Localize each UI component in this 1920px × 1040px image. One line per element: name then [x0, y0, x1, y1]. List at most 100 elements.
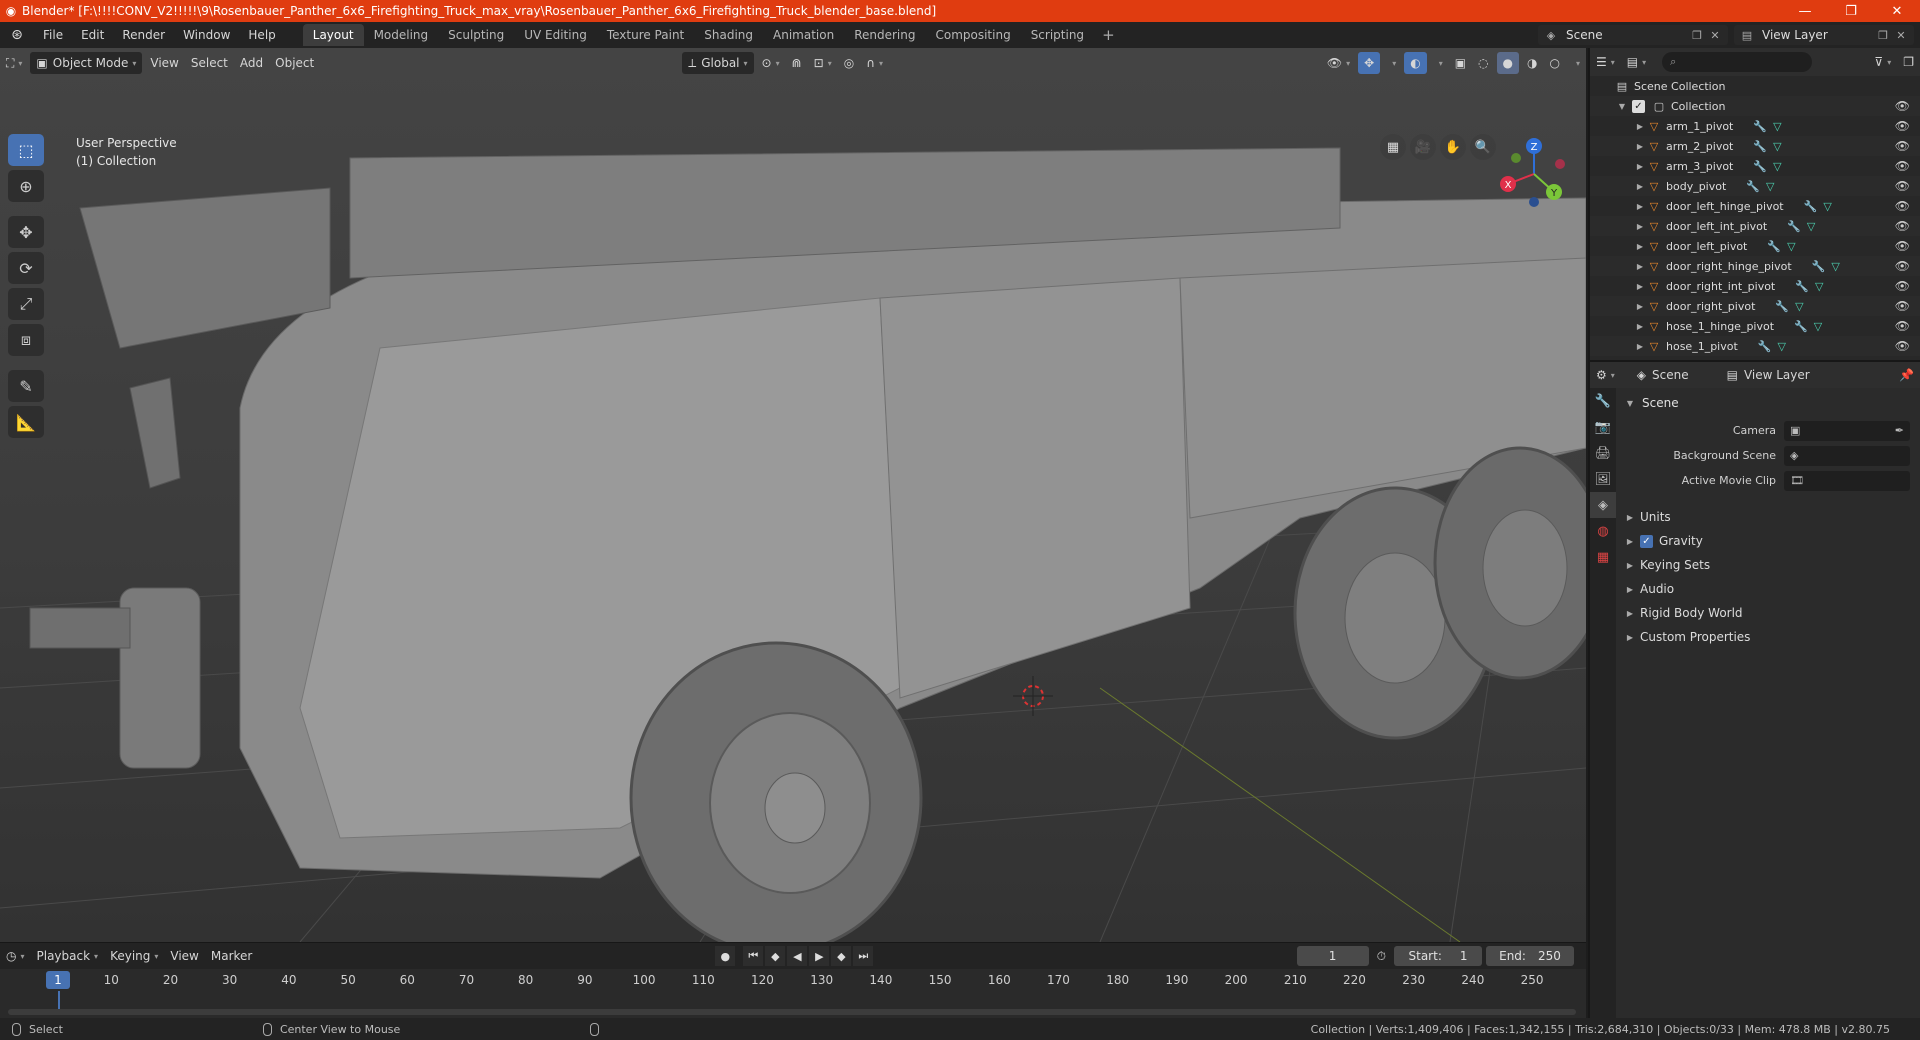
properties-context-view-layer[interactable]: ▤ View Layer [1721, 364, 1816, 386]
outliner-object-row[interactable]: ▶ ▽ door_left_pivot 🔧 ▽ 👁 [1590, 236, 1920, 256]
workspace-tab-rendering[interactable]: Rendering [844, 24, 925, 46]
scale-tool-icon[interactable]: ⤢ [8, 288, 44, 320]
mesh-data-icon[interactable]: ▽ [1766, 180, 1774, 193]
expand-arrow-icon[interactable]: ▶ [1634, 282, 1646, 291]
audio-subpanel[interactable]: ▶ Audio [1624, 577, 1914, 601]
solid-shading-icon[interactable]: ● [1496, 52, 1520, 74]
current-frame-indicator[interactable]: 1 [46, 971, 70, 989]
viewport-menu-view[interactable]: View [144, 52, 184, 74]
workspace-tab-layout[interactable]: Layout [302, 24, 364, 46]
falloff-icon[interactable]: ∩ ▾ [860, 52, 889, 74]
outliner-object-row[interactable]: ▶ ▽ arm_1_pivot 🔧 ▽ 👁 [1590, 116, 1920, 136]
outliner-collection-row[interactable]: ▼ ✓ ▢ Collection 👁 [1590, 96, 1920, 116]
scene-selector[interactable]: ◈ Scene ❐ ✕ [1538, 25, 1728, 45]
measure-tool-icon[interactable]: 📐 [8, 406, 44, 438]
new-scene-icon[interactable]: ❐ [1688, 29, 1706, 42]
eye-icon[interactable]: 👁 [1895, 179, 1910, 193]
keying-sets-expand-icon[interactable]: ▶ [1624, 561, 1636, 570]
gizmo-neg-z[interactable] [1529, 197, 1539, 207]
object-mode-dropdown[interactable]: ▣ Object Mode ▾ [30, 52, 143, 74]
eye-icon[interactable]: 👁 [1895, 139, 1910, 153]
outliner-object-row[interactable]: ▶ ▽ arm_2_pivot 🔧 ▽ 👁 [1590, 136, 1920, 156]
mesh-data-icon[interactable]: ▽ [1815, 280, 1823, 293]
editor-type-button[interactable]: ⛶ ▾ [0, 52, 28, 74]
workspace-tab-animation[interactable]: Animation [763, 24, 844, 46]
menu-file[interactable]: File [34, 28, 72, 42]
snap-icon[interactable]: ⋒ [786, 52, 808, 74]
rigid-body-world-expand-icon[interactable]: ▶ [1624, 609, 1636, 618]
pivot-point-icon[interactable]: ⊙ ▾ [756, 52, 786, 74]
workspace-tab-modeling[interactable]: Modeling [364, 24, 439, 46]
timeline-menu-marker[interactable]: Marker [205, 945, 258, 967]
timeline-menu-playback[interactable]: Playback ▾ [31, 945, 105, 967]
menu-help[interactable]: Help [239, 28, 284, 42]
outliner-object-row[interactable]: ▶ ▽ door_right_int_pivot 🔧 ▽ 👁 [1590, 276, 1920, 296]
eye-icon[interactable]: 👁 [1895, 219, 1910, 233]
custom-properties-expand-icon[interactable]: ▶ [1624, 633, 1636, 642]
mesh-data-icon[interactable]: ▽ [1778, 340, 1786, 353]
workspace-tab-sculpting[interactable]: Sculpting [438, 24, 514, 46]
rendered-shading-icon[interactable]: ○ [1544, 52, 1566, 74]
wireframe-shading-icon[interactable]: ◌ [1472, 52, 1494, 74]
snap-target-icon[interactable]: ⊡ ▾ [808, 52, 838, 74]
modifier-wrench-icon[interactable]: 🔧 [1753, 140, 1767, 153]
expand-arrow-icon[interactable]: ▶ [1634, 222, 1646, 231]
expand-arrow-icon[interactable]: ▶ [1634, 142, 1646, 151]
eye-icon[interactable]: 👁 [1895, 239, 1910, 253]
play-icon[interactable]: ▶ [809, 946, 830, 966]
mesh-data-icon[interactable]: ▽ [1831, 260, 1839, 273]
select-box-tool-icon[interactable]: ⬚ [8, 134, 44, 166]
mesh-data-icon[interactable]: ▽ [1795, 300, 1803, 313]
outliner-scene-collection-row[interactable]: ▤ Scene Collection [1590, 76, 1920, 96]
workspace-tab-texture-paint[interactable]: Texture Paint [597, 24, 694, 46]
transform-orientation-dropdown[interactable]: ⟂ Global ▾ [682, 52, 754, 74]
background-scene-field[interactable]: ◈ [1784, 445, 1910, 466]
properties-editor[interactable]: ⚙ ▾ ◈ Scene ▤ View Layer 📌 🔧 📷 🖨 🖼 ◈ ◍ ▦ … [1588, 360, 1920, 1018]
workspace-tab-shading[interactable]: Shading [694, 24, 763, 46]
gizmo-neg-y[interactable] [1511, 153, 1521, 163]
outliner-display-mode-icon[interactable]: ▤ ▾ [1621, 51, 1652, 73]
mesh-data-icon[interactable]: ▽ [1823, 200, 1831, 213]
play-reverse-icon[interactable]: ◀ [787, 946, 808, 966]
modifier-wrench-icon[interactable]: 🔧 [1787, 220, 1801, 233]
workspace-tab-uv-editing[interactable]: UV Editing [514, 24, 597, 46]
outliner-object-row[interactable]: ▶ ▽ body_pivot 🔧 ▽ 👁 [1590, 176, 1920, 196]
outliner-object-row[interactable]: ▶ ▽ arm_3_pivot 🔧 ▽ 👁 [1590, 156, 1920, 176]
annotate-tool-icon[interactable]: ✎ [8, 370, 44, 402]
eye-icon[interactable]: 👁 [1895, 299, 1910, 313]
modifier-wrench-icon[interactable]: 🔧 [1753, 120, 1767, 133]
expand-arrow-icon[interactable]: ▶ [1634, 262, 1646, 271]
viewport-menu-select[interactable]: Select [185, 52, 234, 74]
navigation-gizmo[interactable]: Z X Y [1494, 134, 1574, 214]
start-frame-field[interactable]: Start: 1 [1394, 946, 1482, 966]
blender-logo-icon[interactable]: ⊛ [0, 27, 34, 43]
modifier-wrench-icon[interactable]: 🔧 [1775, 300, 1789, 313]
render-tab-icon[interactable]: 📷 [1590, 414, 1616, 440]
maximize-button[interactable]: ❐ [1828, 4, 1874, 19]
overlay-toggle-icon[interactable]: ◐ [1404, 52, 1427, 74]
eye-icon[interactable]: 👁 [1895, 339, 1910, 353]
modifier-wrench-icon[interactable]: 🔧 [1758, 340, 1772, 353]
proportional-edit-icon[interactable]: ◎ [838, 52, 860, 74]
overlay-dropdown-icon[interactable]: ▾ [1429, 52, 1449, 74]
3d-viewport[interactable]: ⛶ ▾ ▣ Object Mode ▾ View Select Add Object… [0, 48, 1586, 942]
cursor-tool-icon[interactable]: ⊕ [8, 170, 44, 202]
expand-arrow-icon[interactable]: ▶ [1634, 242, 1646, 251]
eye-icon[interactable]: 👁 [1895, 319, 1910, 333]
mesh-data-icon[interactable]: ▽ [1814, 320, 1822, 333]
properties-editor-type-icon[interactable]: ⚙ ▾ [1590, 364, 1621, 386]
timeline-menu-view[interactable]: View [164, 945, 204, 967]
gizmo-toggle-icon[interactable]: ✥ [1358, 52, 1381, 74]
mesh-data-icon[interactable]: ▽ [1773, 120, 1781, 133]
new-view-layer-icon[interactable]: ❐ [1874, 29, 1892, 42]
viewport-menu-add[interactable]: Add [234, 52, 269, 74]
eyedropper-icon[interactable]: ✒ [1895, 424, 1904, 437]
eye-icon[interactable]: 👁 [1895, 159, 1910, 173]
collection-include-checkbox[interactable]: ✓ [1632, 99, 1645, 113]
pin-icon[interactable]: 📌 [1893, 364, 1920, 386]
jump-next-keyframe-icon[interactable]: ◆ [831, 946, 852, 966]
outliner-editor[interactable]: ☰ ▾ ▤ ▾ ⌕ ⊽ ▾ ❐ ▤ Scene Collection ▼ ✓ ▢ Co… [1588, 48, 1920, 360]
active-movie-clip-field[interactable]: 🎞 [1784, 470, 1910, 491]
toggle-grid-view-icon[interactable]: ▦ [1380, 134, 1406, 160]
rigid-body-world-subpanel[interactable]: ▶ Rigid Body World [1624, 601, 1914, 625]
